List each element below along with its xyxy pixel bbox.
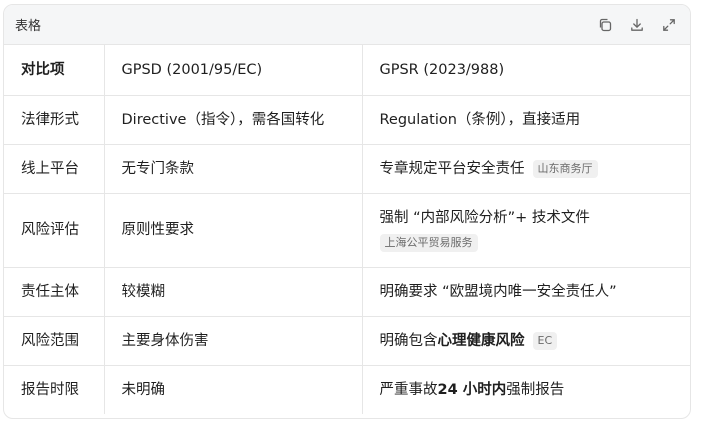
copy-icon[interactable]	[596, 16, 614, 34]
cell-item: 风险评估	[4, 193, 105, 268]
cell-gpsr-emphasis: 24 小时内	[437, 381, 507, 398]
table-row: 风险范围 主要身体伤害 明确包含心理健康风险 EC	[4, 316, 690, 366]
cell-gpsr: 明确要求 “欧盟境内唯一安全责任人”	[362, 267, 690, 317]
cell-gpsd: 较模糊	[104, 267, 363, 317]
table-toolbar: 表格	[4, 5, 690, 45]
cell-gpsd: 主要身体伤害	[104, 316, 363, 366]
download-icon[interactable]	[628, 16, 646, 34]
cell-gpsr-text: 明确包含	[379, 332, 438, 349]
source-tag[interactable]: 山东商务厅	[532, 159, 598, 178]
cell-gpsr: 严重事故24 小时内强制报告	[362, 365, 690, 414]
cell-gpsr-text: 严重事故	[379, 381, 438, 398]
cell-gpsr-text: 强制 “内部风险分析”+ 技术文件	[379, 210, 590, 226]
cell-gpsd: 无专门条款	[104, 144, 363, 194]
cell-gpsd: 原则性要求	[104, 193, 363, 268]
table-row: 责任主体 较模糊 明确要求 “欧盟境内唯一安全责任人”	[4, 267, 690, 317]
cell-gpsr: 专章规定平台安全责任 山东商务厅	[362, 144, 690, 194]
header-cell-item: 对比项	[4, 45, 105, 96]
toolbar-actions	[596, 16, 678, 34]
cell-item: 报告时限	[4, 365, 105, 414]
comparison-table: 对比项 GPSD (2001/95/EC) GPSR (2023/988) 法律…	[4, 45, 690, 414]
cell-gpsr-text: 专章规定平台安全责任	[379, 160, 525, 177]
toolbar-title: 表格	[15, 19, 42, 34]
table-header-row: 对比项 GPSD (2001/95/EC) GPSR (2023/988)	[4, 45, 690, 96]
cell-gpsr-emphasis: 心理健康风险	[437, 332, 525, 349]
cell-item: 线上平台	[4, 144, 105, 194]
cell-gpsd: Directive（指令），需各国转化	[104, 95, 363, 145]
cell-item: 法律形式	[4, 95, 105, 145]
cell-gpsr-text-end: 强制报告	[506, 381, 565, 398]
cell-item: 责任主体	[4, 267, 105, 317]
table-row: 报告时限 未明确 严重事故24 小时内强制报告	[4, 365, 690, 414]
cell-gpsr: 强制 “内部风险分析”+ 技术文件 上海公平贸易服务	[362, 193, 690, 268]
cell-gpsr: Regulation（条例），直接适用	[362, 95, 690, 145]
header-cell-gpsd: GPSD (2001/95/EC)	[104, 45, 363, 96]
cell-gpsd: 未明确	[104, 365, 363, 414]
cell-item: 风险范围	[4, 316, 105, 366]
expand-icon[interactable]	[660, 16, 678, 34]
table-row: 风险评估 原则性要求 强制 “内部风险分析”+ 技术文件 上海公平贸易服务	[4, 193, 690, 268]
table-card: 表格 对比项 GPSD (2001/95/EC) GPSR (2023/988)…	[3, 4, 691, 419]
source-tag[interactable]: EC	[532, 331, 558, 350]
header-cell-gpsr: GPSR (2023/988)	[362, 45, 690, 96]
source-tag[interactable]: 上海公平贸易服务	[379, 234, 478, 252]
table-row: 线上平台 无专门条款 专章规定平台安全责任 山东商务厅	[4, 144, 690, 194]
cell-gpsr: 明确包含心理健康风险 EC	[362, 316, 690, 366]
table-row: 法律形式 Directive（指令），需各国转化 Regulation（条例），…	[4, 95, 690, 145]
